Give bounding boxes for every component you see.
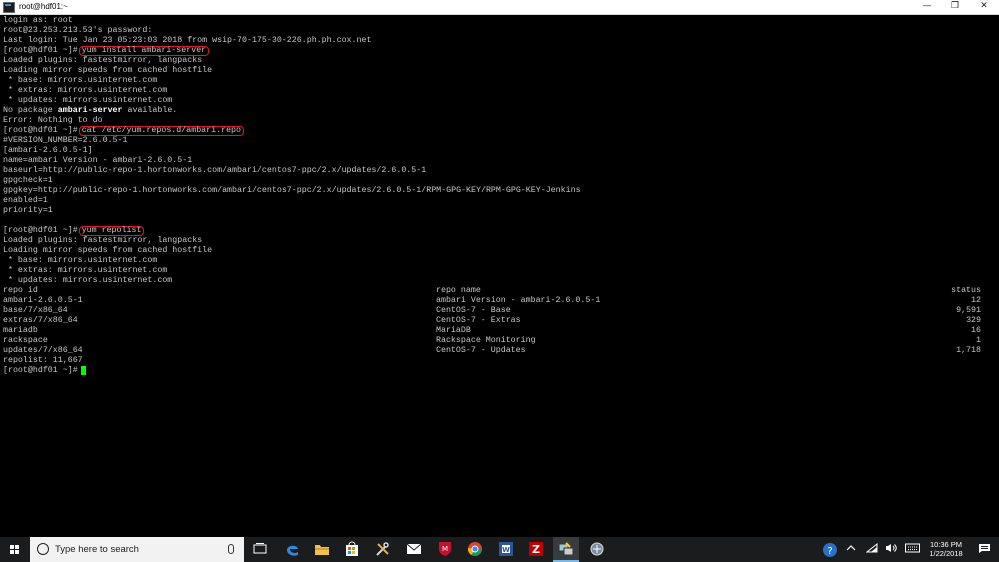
system-clock[interactable]: 10:36 PM 1/22/2018: [925, 540, 967, 558]
output-text: No package: [3, 106, 58, 115]
terminal-output-line: [ambari-2.6.0.5-1]: [3, 146, 93, 155]
shell-prompt: [root@hdf01 ~]#: [3, 126, 78, 135]
terminal-output-line: Loaded plugins: fastestmirror, langpacks: [3, 236, 203, 245]
terminal-output-line: Loaded plugins: fastestmirror, langpacks: [3, 56, 203, 65]
terminal-output-line: * updates: mirrors.usinternet.com: [3, 96, 173, 105]
edge-icon[interactable]: [283, 540, 301, 558]
search-placeholder: Type here to search: [55, 544, 139, 555]
terminal-output-line: gpgkey=http://public-repo-1.hortonworks.…: [3, 186, 581, 195]
repo-status-cell: 329: [966, 316, 981, 325]
repo-id-cell: mariadb: [3, 326, 38, 335]
notifications-icon[interactable]: [978, 543, 991, 557]
repo-id-cell: base/7/x86_64: [3, 306, 68, 315]
shell-prompt: [root@hdf01 ~]#: [3, 46, 78, 55]
repo-table-header: repo name: [436, 286, 481, 295]
store-icon[interactable]: [343, 540, 361, 558]
filezilla-icon[interactable]: Z: [527, 540, 545, 558]
task-view-icon[interactable]: [251, 540, 269, 558]
output-text: available.: [122, 106, 178, 115]
repo-name-cell: ambari Version - ambari-2.6.0.5-1: [436, 296, 601, 305]
repo-id-cell: updates/7/x86_64: [3, 346, 83, 355]
repo-id-cell: ambari-2.6.0.5-1: [3, 296, 83, 305]
svg-text:M: M: [442, 545, 448, 553]
terminal-final-prompt-line: [root@hdf01 ~]#: [3, 366, 86, 376]
svg-text:?: ?: [827, 546, 832, 557]
terminal-command-line: [root@hdf01 ~]# yum repolist: [3, 226, 145, 236]
network-tool-icon[interactable]: [588, 540, 606, 558]
terminal-output-line: * base: mirrors.usinternet.com: [3, 76, 158, 85]
highlighted-command: yum repolist: [78, 226, 145, 236]
terminal-output-line: No package ambari-server available.: [3, 106, 177, 116]
terminal-output-line: baseurl=http://public-repo-1.hortonworks…: [3, 166, 427, 175]
word-icon[interactable]: W: [497, 540, 515, 558]
repo-table-header: repo id: [3, 286, 38, 295]
shell-prompt: [root@hdf01 ~]#: [3, 366, 78, 375]
repo-name-cell: Rackspace Monitoring: [436, 336, 536, 345]
taskbar-search-box[interactable]: Type here to search: [30, 537, 244, 562]
chrome-icon[interactable]: [466, 540, 484, 558]
repo-id-cell: rackspace: [3, 336, 48, 345]
terminal-output-line: Loading mirror speeds from cached hostfi…: [3, 66, 213, 75]
repo-name-cell: CentOS-7 - Extras: [436, 316, 521, 325]
terminal-output-line: gpgcheck=1: [3, 176, 53, 185]
terminal-output-line: root@23.253.213.53's password:: [3, 26, 153, 35]
minimize-button[interactable]: —: [912, 0, 942, 14]
repo-status-cell: 1: [976, 336, 981, 345]
repolist-summary: repolist: 11,667: [3, 356, 83, 365]
terminal-output-line: #VERSION_NUMBER=2.6.0.5-1: [3, 136, 128, 145]
repo-name-cell: CentOS-7 - Updates: [436, 346, 526, 355]
wifi-icon[interactable]: [865, 542, 878, 556]
shell-prompt: [root@hdf01 ~]#: [3, 226, 78, 235]
terminal-output-line: priority=1: [3, 206, 53, 215]
putty-app-icon[interactable]: [3, 1, 15, 13]
clock-date: 1/22/2018: [929, 549, 963, 558]
terminal-output-line: * extras: mirrors.usinternet.com: [3, 266, 168, 275]
terminal-output-line: Last login: Tue Jan 23 05:23:03 2018 fro…: [3, 36, 372, 45]
cortana-circle-icon: [37, 543, 49, 555]
highlighted-command: cat /etc/yum.repos.d/ambari.repo: [78, 126, 245, 136]
file-explorer-icon[interactable]: [313, 540, 331, 558]
volume-icon[interactable]: [885, 543, 898, 556]
keyboard-icon[interactable]: [905, 543, 920, 556]
repo-id-cell: extras/7/x86_64: [3, 316, 78, 325]
help-icon[interactable]: ?: [822, 542, 838, 561]
terminal-output-line: Loading mirror speeds from cached hostfi…: [3, 246, 213, 255]
terminal-output[interactable]: login as: root root@23.253.213.53's passw…: [0, 15, 999, 537]
start-button[interactable]: [0, 537, 30, 562]
taskbar: Type here to search M W Z ? 10:36 PM 1/2…: [0, 537, 999, 562]
maximize-button[interactable]: ❐: [940, 0, 970, 14]
terminal-output-line: Error: Nothing to do: [3, 116, 103, 125]
clock-time: 10:36 PM: [929, 540, 963, 549]
repo-name-cell: MariaDB: [436, 326, 471, 335]
window-titlebar: root@hdf01:~ — ❐ ✕: [0, 0, 999, 15]
putty-icon[interactable]: [553, 537, 579, 562]
repo-name-cell: CentOS-7 - Base: [436, 306, 511, 315]
terminal-output-line: login as: root: [3, 16, 73, 25]
terminal-output-line: * updates: mirrors.usinternet.com: [3, 276, 173, 285]
close-button[interactable]: ✕: [969, 0, 999, 14]
svg-text:Z: Z: [532, 543, 540, 556]
highlighted-command: yum install ambari-server: [78, 46, 210, 56]
repo-status-cell: 1,718: [956, 346, 981, 355]
chevron-up-icon[interactable]: [846, 543, 856, 556]
terminal-command-line: [root@hdf01 ~]# cat /etc/yum.repos.d/amba…: [3, 126, 245, 136]
terminal-output-line: * base: mirrors.usinternet.com: [3, 256, 158, 265]
repo-status-cell: 12: [971, 296, 981, 305]
repo-table-header: status: [951, 286, 981, 295]
window-title: root@hdf01:~: [19, 2, 68, 11]
tools-icon[interactable]: [374, 540, 392, 558]
package-name: ambari-server: [57, 106, 123, 115]
terminal-output-line: enabled=1: [3, 196, 48, 205]
mail-icon[interactable]: [405, 540, 423, 558]
terminal-output-line: * extras: mirrors.usinternet.com: [3, 86, 168, 95]
mcafee-icon[interactable]: M: [436, 540, 454, 558]
terminal-command-line: [root@hdf01 ~]# yum install ambari-server: [3, 46, 210, 56]
svg-text:W: W: [502, 546, 510, 554]
text-cursor: [80, 366, 86, 375]
terminal-output-line: name=ambari Version - ambari-2.6.0.5-1: [3, 156, 193, 165]
microphone-icon[interactable]: [228, 544, 234, 554]
repo-status-cell: 16: [971, 326, 981, 335]
repo-status-cell: 9,591: [956, 306, 981, 315]
